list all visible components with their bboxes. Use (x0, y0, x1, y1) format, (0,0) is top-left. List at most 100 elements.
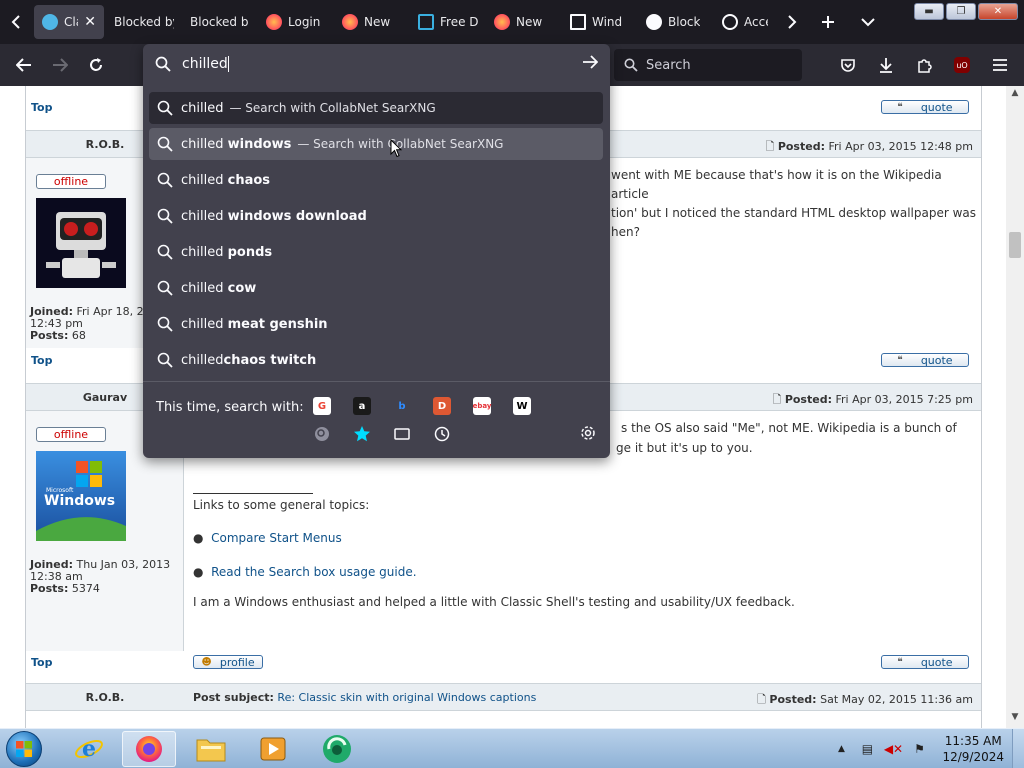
status-badge: offline (36, 174, 106, 189)
new-tab-button[interactable] (808, 0, 848, 44)
forward-button[interactable] (42, 49, 78, 81)
tab-classic-shell[interactable]: Cla ✕ (34, 5, 104, 39)
tabs-button[interactable] (393, 425, 411, 443)
firefox-icon (136, 736, 162, 762)
address-bar-input[interactable]: chilled (182, 56, 229, 72)
amazon-icon[interactable]: a (353, 397, 371, 415)
top-link[interactable]: Top (31, 101, 52, 114)
list-all-tabs-button[interactable] (848, 0, 888, 44)
tab-blocked-1[interactable]: Blocked by (106, 5, 182, 39)
taskbar-file-explorer[interactable] (184, 731, 238, 767)
tab-free-d[interactable]: Free D (410, 5, 486, 39)
search-suggestion[interactable]: chilled meat genshin (149, 308, 603, 340)
scrollbar-thumb[interactable] (1009, 232, 1021, 258)
search-icon (157, 100, 173, 116)
close-tab-icon[interactable]: ✕ (84, 14, 96, 30)
post-subject-link[interactable]: Re: Classic skin with original Windows c… (277, 691, 536, 704)
volume-muted-icon[interactable]: ◀✕ (883, 739, 903, 759)
tab-new-1[interactable]: New (334, 5, 410, 39)
text-caret (227, 56, 229, 72)
minimize-button[interactable]: ▬ (914, 3, 944, 20)
bookmarks-button[interactable] (353, 425, 371, 443)
tab-blocked-2[interactable]: Blocked b (182, 5, 258, 39)
page-scrollbar[interactable]: ▲ ▼ (1006, 86, 1024, 728)
address-bar[interactable]: chilled (143, 44, 610, 86)
bing-icon[interactable]: b (393, 397, 411, 415)
start-button[interactable] (6, 731, 42, 767)
search-mode-button[interactable] (313, 425, 331, 443)
search-suggestion[interactable]: chilled cow (149, 272, 603, 304)
svg-text:e: e (82, 736, 96, 762)
compare-start-menus-link[interactable]: Compare Start Menus (211, 531, 342, 545)
ublock-origin-button[interactable]: uO (944, 49, 980, 81)
taskbar-clock[interactable]: 11:35 AM 12/9/2024 (942, 733, 1004, 765)
post-text: went with ME because that's how it is on… (611, 168, 977, 239)
wikipedia-icon[interactable]: W (513, 397, 531, 415)
extensions-button[interactable] (906, 49, 942, 81)
maximize-button[interactable]: ❐ (946, 3, 976, 20)
star-icon (354, 426, 370, 442)
network-icon[interactable]: ▤ (857, 739, 877, 759)
pocket-button[interactable] (830, 49, 866, 81)
suggestion-prefix: chilled (181, 316, 228, 332)
show-hidden-icons-button[interactable]: ▲ (831, 739, 851, 759)
post-author[interactable]: R.O.B. (26, 691, 184, 704)
scroll-up-arrow-icon[interactable]: ▲ (1006, 88, 1024, 102)
duckduckgo-icon[interactable]: D (433, 397, 451, 415)
top-link[interactable]: Top (31, 354, 52, 367)
scroll-down-arrow-icon[interactable]: ▼ (1006, 712, 1024, 726)
profile-button[interactable]: ☻ profile (193, 655, 263, 669)
signature-link-item: ● Compare Start Menus (193, 529, 342, 548)
scroll-tabs-right-button[interactable] (776, 0, 808, 44)
tab-access[interactable]: Acce (714, 5, 776, 39)
app-menu-button[interactable] (982, 49, 1018, 81)
quote-button[interactable]: ❝ quote (881, 353, 969, 367)
search-bar[interactable]: Search (614, 49, 802, 81)
clock-icon (434, 426, 450, 442)
downloads-button[interactable] (868, 49, 904, 81)
search-suggestion[interactable]: chilled ponds (149, 236, 603, 268)
firefox-icon (494, 14, 510, 30)
scroll-tabs-left-button[interactable] (0, 0, 32, 44)
quote-button[interactable]: ❝ quote (881, 100, 969, 114)
show-desktop-button[interactable] (1012, 729, 1024, 768)
history-button[interactable] (433, 425, 451, 443)
reload-button[interactable] (78, 49, 114, 81)
suggestion-prefix: chilled (181, 100, 224, 116)
top-link[interactable]: Top (31, 656, 52, 669)
back-button[interactable] (6, 49, 42, 81)
close-icon: ✕ (993, 6, 1003, 17)
search-icon (157, 208, 173, 224)
tab-new-2[interactable]: New (486, 5, 562, 39)
tab-login[interactable]: Login (258, 5, 334, 39)
taskbar-media-player[interactable] (246, 731, 300, 767)
tab-github[interactable]: Block (638, 5, 714, 39)
post-date-icon: 🗋 (757, 693, 766, 706)
go-button[interactable] (582, 53, 599, 74)
taskbar-app[interactable] (310, 731, 364, 767)
search-suggestion[interactable]: chilled — Search with CollabNet SearXNG (149, 92, 603, 124)
google-icon[interactable]: G (313, 397, 331, 415)
taskbar-internet-explorer[interactable]: e (62, 731, 116, 767)
action-center-flag-icon[interactable]: ⚑ (909, 739, 929, 759)
suggestion-prefix: chilled (181, 352, 224, 368)
search-suggestion[interactable]: chilled windows download (149, 200, 603, 232)
quote-button[interactable]: ❝ quote (881, 655, 969, 669)
firefox-icon (266, 14, 282, 30)
search-suggestion[interactable]: chilled windows — Search with CollabNet S… (149, 128, 603, 160)
suggestion-completion: chaos (227, 172, 271, 188)
search-box-guide-link[interactable]: Read the Search box usage guide. (211, 565, 416, 579)
close-window-button[interactable]: ✕ (978, 3, 1018, 20)
search-settings-button[interactable] (580, 425, 596, 445)
quote-icon: ❝ (897, 354, 903, 366)
tab-windows[interactable]: Wind (562, 5, 638, 39)
pocket-icon (841, 58, 855, 72)
quote-icon: ❝ (897, 101, 903, 113)
ebay-icon[interactable]: ebay (473, 397, 491, 415)
taskbar-firefox[interactable] (122, 731, 176, 767)
arrow-right-icon (53, 58, 68, 72)
search-suggestion[interactable]: chilled chaos twitch (149, 344, 603, 376)
plus-icon (822, 16, 834, 28)
search-suggestion[interactable]: chilled chaos (149, 164, 603, 196)
chevron-down-icon (861, 18, 875, 27)
